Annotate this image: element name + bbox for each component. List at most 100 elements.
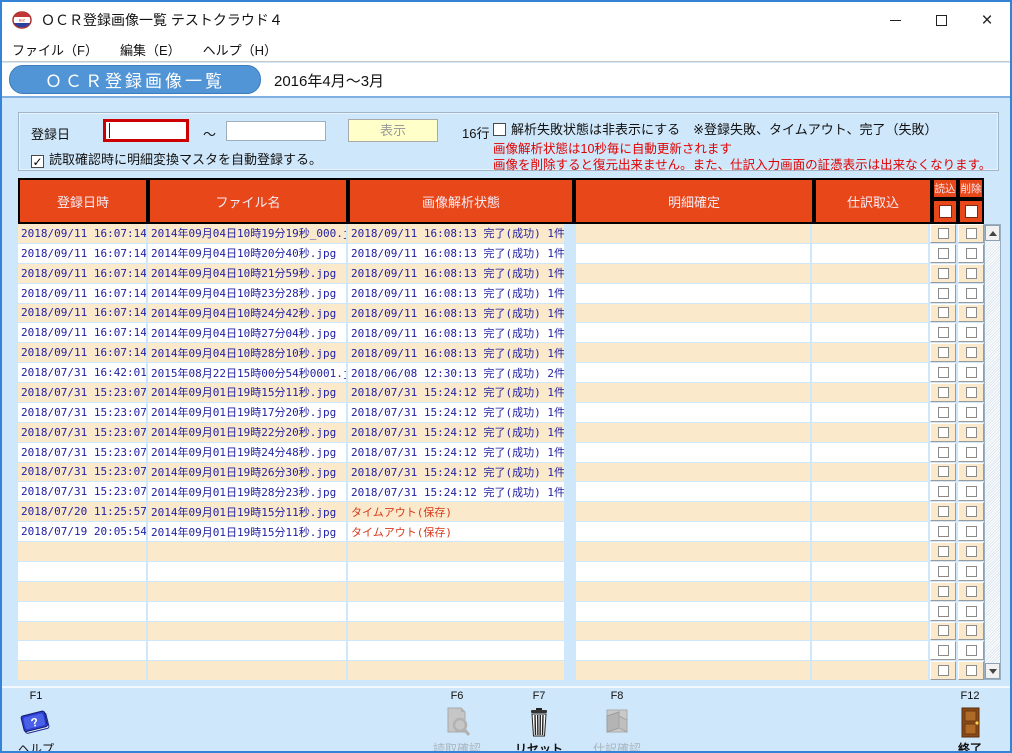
row-delete-checkbox[interactable] <box>958 622 984 641</box>
row-delete-checkbox[interactable] <box>958 363 984 382</box>
row-delete-checkbox[interactable] <box>958 641 984 660</box>
table-row: 2018/07/31 15:23:072014年09月01日19時15分11秒.… <box>18 383 984 402</box>
row-read-checkbox[interactable] <box>930 244 956 263</box>
cell-journal <box>812 284 928 303</box>
row-read-checkbox[interactable] <box>930 284 956 303</box>
row-read-checkbox[interactable] <box>930 602 956 621</box>
column-header-read: 読込 <box>932 178 958 224</box>
row-read-checkbox[interactable] <box>930 582 956 601</box>
checkbox-square <box>966 327 977 338</box>
checkbox-square <box>938 427 949 438</box>
cell-status: 2018/09/11 16:08:13 完了(成功) 1件 <box>348 284 564 303</box>
trash-icon <box>507 703 571 740</box>
table-row: 2018/07/20 11:25:572014年09月01日19時15分11秒.… <box>18 502 984 521</box>
row-delete-checkbox[interactable] <box>958 582 984 601</box>
scroll-up-button[interactable] <box>985 225 1000 241</box>
row-read-checkbox[interactable] <box>930 641 956 660</box>
row-delete-checkbox[interactable] <box>958 482 984 501</box>
row-read-checkbox[interactable] <box>930 363 956 382</box>
row-delete-checkbox[interactable] <box>958 522 984 541</box>
row-read-checkbox[interactable] <box>930 482 956 501</box>
auto-register-checkbox[interactable]: ✓ <box>31 155 44 168</box>
row-delete-checkbox[interactable] <box>958 562 984 581</box>
menu-item-help[interactable]: ヘルプ（H） <box>203 40 277 59</box>
cell-detail <box>576 582 810 601</box>
cell-status: 2018/07/31 15:24:12 完了(成功) 1件 <box>348 383 564 402</box>
cell-journal <box>812 244 928 263</box>
row-read-checkbox[interactable] <box>930 403 956 422</box>
cell-gap <box>566 622 574 641</box>
row-delete-checkbox[interactable] <box>958 383 984 402</box>
vertical-scrollbar[interactable] <box>984 224 1001 680</box>
row-read-checkbox[interactable] <box>930 224 956 243</box>
row-read-checkbox[interactable] <box>930 542 956 561</box>
cell-filename: 2014年09月01日19時17分20秒.jpg <box>148 403 346 422</box>
hide-failed-option[interactable]: 解析失敗状態は非表示にする ※登録失敗、タイムアウト、完了（失敗） <box>493 119 938 138</box>
row-delete-checkbox[interactable] <box>958 423 984 442</box>
row-delete-checkbox[interactable] <box>958 443 984 462</box>
toolbar-reset-button[interactable]: F7 リセット <box>507 690 571 753</box>
cell-detail <box>576 343 810 362</box>
row-delete-checkbox[interactable] <box>958 403 984 422</box>
menu-item-file[interactable]: ファイル（F） <box>12 40 98 59</box>
cell-gap <box>566 343 574 362</box>
maximize-button[interactable] <box>918 2 964 38</box>
row-read-checkbox[interactable] <box>930 522 956 541</box>
row-delete-checkbox[interactable] <box>958 542 984 561</box>
text-caret <box>109 123 110 138</box>
row-read-checkbox[interactable] <box>930 383 956 402</box>
row-read-checkbox[interactable] <box>930 562 956 581</box>
row-read-checkbox[interactable] <box>930 423 956 442</box>
delete-select-all-checkbox[interactable] <box>965 205 978 218</box>
cell-detail <box>576 224 810 243</box>
date-from-input[interactable] <box>103 119 189 142</box>
filter-panel: 登録日 ～ 表示 16行 解析失敗状態は非表示にする ※登録失敗、タイムアウト、… <box>18 112 999 171</box>
show-button[interactable]: 表示 <box>348 119 438 142</box>
close-button[interactable]: × <box>964 2 1010 38</box>
cell-detail <box>576 403 810 422</box>
row-delete-checkbox[interactable] <box>958 284 984 303</box>
row-read-checkbox[interactable] <box>930 343 956 362</box>
row-read-checkbox[interactable] <box>930 463 956 482</box>
checkbox-square <box>966 387 977 398</box>
row-delete-checkbox[interactable] <box>958 502 984 521</box>
cell-detail <box>576 383 810 402</box>
checkbox-square <box>938 606 949 617</box>
row-delete-checkbox[interactable] <box>958 602 984 621</box>
row-read-checkbox[interactable] <box>930 502 956 521</box>
cell-detail <box>576 661 810 680</box>
row-delete-checkbox[interactable] <box>958 304 984 323</box>
date-to-input[interactable] <box>226 121 326 141</box>
row-read-checkbox[interactable] <box>930 323 956 342</box>
reset-button-label: リセット <box>507 740 571 753</box>
row-delete-checkbox[interactable] <box>958 343 984 362</box>
row-delete-checkbox[interactable] <box>958 264 984 283</box>
row-delete-checkbox[interactable] <box>958 244 984 263</box>
fn-key-f6: F6 <box>425 690 489 703</box>
row-read-checkbox[interactable] <box>930 264 956 283</box>
hide-failed-checkbox[interactable] <box>493 123 506 136</box>
cell-filename: 2014年09月04日10時20分40秒.jpg <box>148 244 346 263</box>
row-delete-checkbox[interactable] <box>958 661 984 680</box>
read-select-all-checkbox[interactable] <box>939 205 952 218</box>
cell-journal <box>812 264 928 283</box>
row-delete-checkbox[interactable] <box>958 463 984 482</box>
toolbar-help-button[interactable]: F1 ? ヘルプ <box>4 690 68 753</box>
auto-register-option[interactable]: ✓読取確認時に明細変換マスタを自動登録する。 <box>31 149 322 168</box>
row-read-checkbox[interactable] <box>930 661 956 680</box>
row-delete-checkbox[interactable] <box>958 224 984 243</box>
cell-journal <box>812 502 928 521</box>
row-delete-checkbox[interactable] <box>958 323 984 342</box>
minimize-button[interactable] <box>872 2 918 38</box>
row-read-checkbox[interactable] <box>930 443 956 462</box>
window-title: ＯＣＲ登録画像一覧 テストクラウド４ <box>41 10 283 30</box>
cell-status: 2018/09/11 16:08:13 完了(成功) 1件 <box>348 264 564 283</box>
journal-confirm-button-label: 仕訳確認 <box>585 740 649 753</box>
toolbar-exit-button[interactable]: F12 終了 <box>938 690 1002 753</box>
menu-item-edit[interactable]: 編集（E） <box>120 40 181 59</box>
row-read-checkbox[interactable] <box>930 622 956 641</box>
scroll-down-button[interactable] <box>985 663 1000 679</box>
cell-filename: 2014年09月01日19時22分20秒.jpg <box>148 423 346 442</box>
checkbox-square <box>938 288 949 299</box>
row-read-checkbox[interactable] <box>930 304 956 323</box>
